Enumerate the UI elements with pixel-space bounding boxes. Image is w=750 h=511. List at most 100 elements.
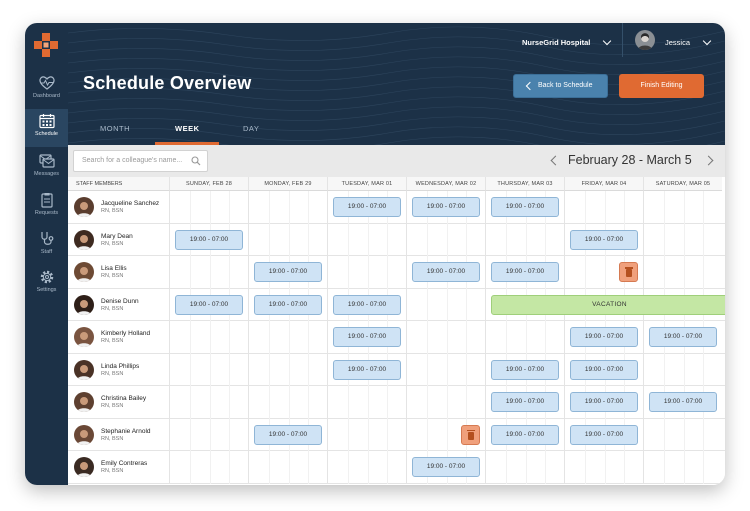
day-cell[interactable] (406, 353, 485, 386)
shift-block[interactable]: 19:00 - 07:00 (570, 392, 638, 412)
day-cell[interactable] (169, 321, 248, 354)
hospital-selector[interactable]: NurseGrid Hospital (522, 38, 590, 47)
day-cell[interactable] (327, 418, 406, 451)
shift-block[interactable]: 19:00 - 07:00 (412, 457, 480, 477)
staff-member[interactable]: Christina Bailey RN, BSN (68, 386, 169, 419)
day-cell[interactable] (169, 451, 248, 484)
tab-week[interactable]: WEEK (175, 124, 200, 133)
day-cell[interactable] (169, 353, 248, 386)
back-to-schedule-button[interactable]: Back to Schedule (513, 74, 608, 98)
next-week-arrow[interactable] (703, 155, 714, 166)
search-input[interactable]: Search for a colleague's name... (73, 150, 208, 172)
shift-block[interactable]: 19:00 - 07:00 (491, 392, 559, 412)
day-cell[interactable] (248, 353, 327, 386)
day-cell[interactable] (406, 223, 485, 256)
day-cell[interactable] (406, 321, 485, 354)
shift-block[interactable]: 19:00 - 07:00 (175, 294, 243, 315)
shift-block[interactable]: 19:00 - 07:00 (491, 197, 559, 217)
shift-block[interactable]: 19:00 - 07:00 (412, 197, 480, 217)
sidebar-item-staff[interactable]: Staff (25, 227, 68, 265)
hour-gridline (308, 223, 310, 256)
day-cell[interactable] (248, 451, 327, 484)
day-cell[interactable] (485, 451, 564, 484)
previous-week-arrow[interactable] (550, 155, 561, 166)
shift-block[interactable]: 19:00 - 07:00 (412, 262, 480, 282)
day-cell[interactable] (248, 191, 327, 224)
shift-block[interactable]: 19:00 - 07:00 (570, 359, 638, 380)
staff-member[interactable]: Linda Phillips RN, BSN (68, 354, 169, 387)
user-name[interactable]: Jessica (665, 38, 690, 47)
day-cell[interactable] (564, 451, 643, 484)
day-cell[interactable] (643, 418, 722, 451)
shift-block[interactable]: 19:00 - 07:00 (333, 197, 401, 217)
avatar (74, 424, 94, 445)
shift-block[interactable]: 19:00 - 07:00 (649, 327, 717, 347)
staff-member[interactable]: Lisa Ellis RN, BSN (68, 256, 169, 289)
delete-shift-icon[interactable] (461, 424, 480, 445)
day-cell[interactable] (327, 386, 406, 419)
staff-member[interactable]: Emily Contreras RN, BSN (68, 451, 169, 484)
search-icon[interactable] (191, 156, 201, 166)
hour-gridline (703, 353, 705, 386)
sidebar-item-dashboard[interactable]: Dashboard (25, 71, 68, 109)
shift-block[interactable]: 19:00 - 07:00 (175, 229, 243, 250)
staff-member[interactable]: Stephanie Arnold RN, BSN (68, 419, 169, 452)
day-cell[interactable] (248, 386, 327, 419)
shift-block[interactable]: 19:00 - 07:00 (333, 294, 401, 315)
staff-member[interactable]: Jacqueline Sanchez RN, BSN (68, 191, 169, 224)
day-cell[interactable] (643, 191, 722, 224)
day-cell[interactable] (169, 191, 248, 224)
day-cell[interactable] (643, 223, 722, 256)
day-cell[interactable] (327, 256, 406, 289)
shift-block[interactable]: 19:00 - 07:00 (491, 424, 559, 445)
shift-block[interactable]: 19:00 - 07:00 (570, 424, 638, 445)
shift-block[interactable]: 19:00 - 07:00 (570, 229, 638, 250)
hour-gridline (209, 386, 211, 419)
shift-block[interactable]: 19:00 - 07:00 (333, 327, 401, 347)
finish-editing-button[interactable]: Finish Editing (619, 74, 704, 98)
staff-member[interactable]: Denise Dunn RN, BSN (68, 289, 169, 322)
sidebar-item-settings[interactable]: Settings (25, 265, 68, 303)
day-cell[interactable] (248, 223, 327, 256)
day-cell[interactable] (169, 386, 248, 419)
shift-block[interactable]: 19:00 - 07:00 (333, 359, 401, 380)
vacation-block[interactable]: VACATION (491, 294, 725, 315)
day-cell[interactable] (406, 386, 485, 419)
staff-member[interactable]: Kimberly Holland RN, BSN (68, 321, 169, 354)
delete-shift-icon[interactable] (619, 262, 638, 282)
day-cell[interactable] (643, 256, 722, 289)
hour-gridline (268, 321, 270, 354)
tab-month[interactable]: MONTH (100, 124, 130, 133)
hour-gridline (584, 451, 586, 484)
shift-block[interactable]: 19:00 - 07:00 (570, 327, 638, 347)
sidebar-item-requests[interactable]: Requests (25, 188, 68, 226)
day-cell[interactable] (643, 451, 722, 484)
staff-member[interactable]: Mary Dean RN, BSN (68, 224, 169, 257)
day-cell[interactable] (406, 288, 485, 321)
day-cell[interactable] (643, 353, 722, 386)
day-cell[interactable] (169, 418, 248, 451)
hour-gridline (347, 451, 349, 484)
day-cell[interactable] (564, 191, 643, 224)
shift-block[interactable]: 19:00 - 07:00 (491, 359, 559, 380)
shift-block[interactable]: 19:00 - 07:00 (649, 392, 717, 412)
day-cell[interactable] (485, 223, 564, 256)
day-cell[interactable] (327, 223, 406, 256)
sidebar-item-messages[interactable]: Messages (25, 149, 68, 187)
sidebar-item-schedule[interactable]: Schedule (25, 109, 68, 147)
shift-block[interactable]: 19:00 - 07:00 (491, 262, 559, 282)
day-cell[interactable] (485, 321, 564, 354)
hour-gridline (209, 353, 211, 386)
day-cell[interactable] (169, 256, 248, 289)
shift-block[interactable]: 19:00 - 07:00 (254, 262, 322, 282)
tab-day[interactable]: DAY (243, 124, 259, 133)
table-row: Kimberly Holland RN, BSN 19:00 - 07:00 19:0… (68, 321, 725, 354)
shift-block[interactable]: 19:00 - 07:00 (254, 294, 322, 315)
day-cell[interactable] (327, 451, 406, 484)
hour-gridline (387, 451, 389, 484)
hour-gridline (189, 451, 191, 484)
hour-gridline (703, 418, 705, 451)
day-cell[interactable] (248, 321, 327, 354)
avatar[interactable] (635, 30, 655, 50)
shift-block[interactable]: 19:00 - 07:00 (254, 424, 322, 445)
